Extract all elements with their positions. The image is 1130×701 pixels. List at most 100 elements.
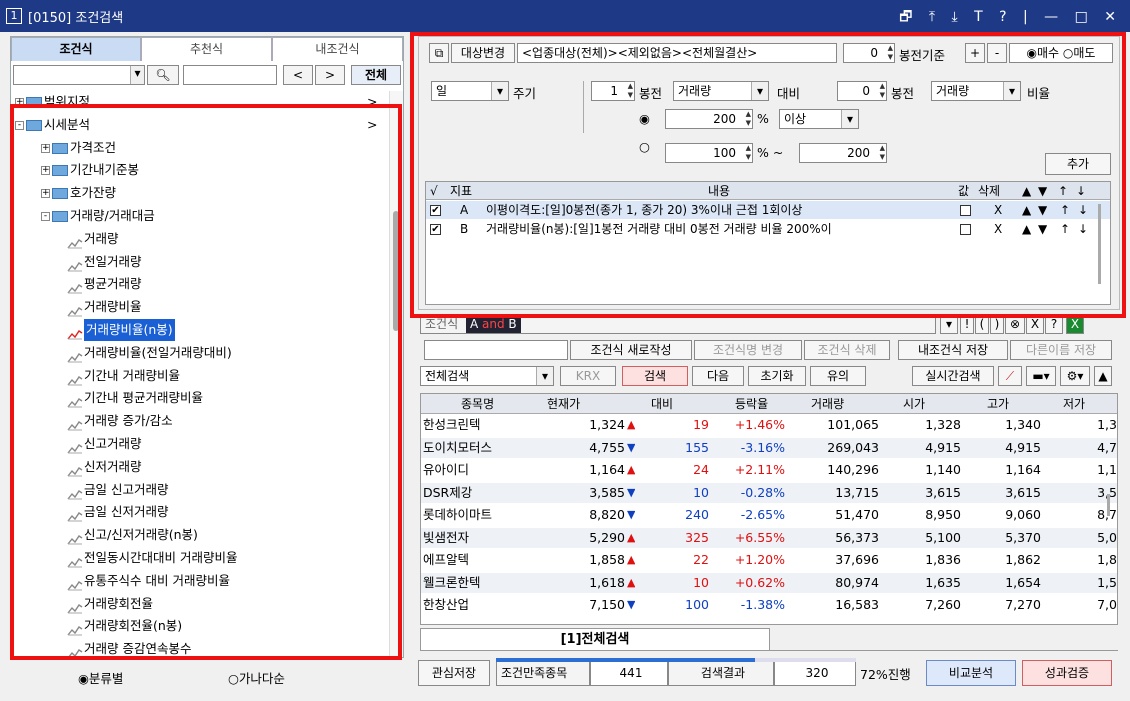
add-button[interactable]: 추가 xyxy=(1045,153,1111,175)
n1-spinner[interactable]: 1 xyxy=(591,81,635,101)
krx-button[interactable]: KRX xyxy=(560,366,616,386)
row-checkbox[interactable]: ✔ xyxy=(430,220,441,238)
move-up-icon[interactable]: ▲ xyxy=(1022,220,1031,238)
indicator1-select[interactable]: 거래량 xyxy=(673,81,769,101)
collapse-icon[interactable]: - xyxy=(41,212,50,221)
next-button[interactable]: > xyxy=(315,65,345,85)
move-top-icon[interactable]: ↑ xyxy=(1060,220,1070,238)
chevron-right-icon[interactable]: > xyxy=(367,91,377,113)
formula-xor-button[interactable]: ⊗ xyxy=(1005,314,1025,334)
search-button-main[interactable]: 검색 xyxy=(622,366,688,386)
radio-threshold[interactable]: ◉ xyxy=(639,111,650,126)
tree-item[interactable]: 신고거래량 xyxy=(67,433,142,455)
tree-item[interactable]: 전일동시간대대비 거래량비율 xyxy=(67,547,237,569)
tree-item[interactable]: - 시세분석 > xyxy=(15,114,377,136)
search-scope-select[interactable]: 전체검색 xyxy=(420,366,554,386)
collapse-icon[interactable]: - xyxy=(15,120,24,130)
table-row[interactable]: DSR제강 3,585 10 -0.28% 13,715 3,615 3,615 3,5 ▼ xyxy=(421,482,1117,503)
tree-item[interactable]: 거래량회전율 xyxy=(67,593,153,615)
new-condition-button[interactable]: 조건식 새로작성 xyxy=(570,340,692,360)
chevron-right-icon[interactable]: > xyxy=(367,114,377,136)
formula-open-paren-button[interactable]: ( xyxy=(975,314,989,334)
search-button[interactable]: 🔍︎ xyxy=(147,65,179,85)
expand-icon[interactable]: + xyxy=(41,189,50,199)
performance-verify-button[interactable]: 성과검증 xyxy=(1022,660,1112,686)
window-icon[interactable]: ⧉ xyxy=(429,43,449,63)
next-page-button[interactable]: 다음 xyxy=(692,366,744,386)
tree-item[interactable]: 기간내 평균거래량비율 xyxy=(67,387,203,409)
tree-item[interactable]: 유통주식수 대비 거래량비율 xyxy=(67,570,230,592)
prev-button[interactable]: < xyxy=(283,65,313,85)
tab-all-search[interactable]: [1]전체검색 xyxy=(420,628,770,650)
row-delete-button[interactable]: X xyxy=(994,201,1002,219)
formula-dropdown-button[interactable]: ▾ xyxy=(940,314,958,334)
tree-item[interactable]: + 범위지정 > xyxy=(15,91,377,113)
expand-icon[interactable]: + xyxy=(41,166,50,176)
tree-item[interactable]: 금일 신저거래량 xyxy=(67,501,168,523)
range-from-spinner[interactable]: 100 xyxy=(665,143,753,163)
delete-condition-button[interactable]: 조건식 삭제 xyxy=(804,340,890,360)
condition-tree[interactable]: + 범위지정 > - 시세분석 > + 가격조건 + 기간내기준봉 + 호가잔량 - 거래량/거래대금 거래… xyxy=(13,91,389,657)
tree-item[interactable]: 거래량 증감연속봉수 xyxy=(67,638,191,657)
formula-not-button[interactable]: ! xyxy=(960,314,974,334)
show-all-button[interactable]: 전체 xyxy=(351,65,401,85)
table-row[interactable]: 웰크론한텍 1,618 10 +0.62% 80,974 1,635 1,654 1,5 ▲ xyxy=(421,572,1117,593)
target-change-button[interactable]: 대상변경 xyxy=(451,43,515,63)
radio-alphabetical[interactable]: ○가나다순 xyxy=(228,668,285,687)
formula-clear-button[interactable]: X xyxy=(1026,314,1044,334)
n2-spinner[interactable]: 0 xyxy=(837,81,887,101)
condition-select[interactable]: 이상 xyxy=(779,109,859,129)
radio-range[interactable]: ○ xyxy=(639,139,650,154)
table-row[interactable]: 도이치모터스 4,755 155 -3.16% 269,043 4,915 4,915 4,7… xyxy=(421,437,1117,458)
tree-search-input[interactable] xyxy=(183,65,277,85)
tree-item[interactable]: 금일 신고거래량 xyxy=(67,479,168,501)
expand-icon[interactable]: + xyxy=(15,98,24,107)
row-value-checkbox[interactable] xyxy=(960,220,971,238)
table-row[interactable]: 에프알텍 1,858 22 +1.20% 37,696 1,836 1,862 1,8 ▲ xyxy=(421,550,1117,571)
move-down-icon[interactable]: ▼ xyxy=(1038,201,1047,219)
grid-scrollbar[interactable] xyxy=(1107,494,1110,516)
condition-row[interactable]: ✔ A 이평이격도:[일]0봉전(종가 1, 종가 20) 3%이내 근접 1회… xyxy=(426,201,1110,219)
tree-item[interactable]: 거래량비율 xyxy=(67,296,142,318)
condition-list-scrollbar[interactable] xyxy=(1098,204,1101,284)
interest-save-button[interactable]: 관심저장 xyxy=(418,660,490,686)
caution-button[interactable]: 유의 xyxy=(810,366,866,386)
tab-recommended[interactable]: 추천식 xyxy=(141,37,272,61)
tree-item[interactable]: + 가격조건 xyxy=(41,137,116,159)
collapse-icon[interactable]: ▲ xyxy=(1094,366,1112,386)
formula-close-paren-button[interactable]: ) xyxy=(990,314,1004,334)
realtime-search-button[interactable]: 실시간검색 xyxy=(912,366,994,386)
condition-row[interactable]: ✔ B 거래량비율(n봉):[일]1봉전 거래량 대비 0봉전 거래량 비율 2… xyxy=(426,220,1110,238)
window-controls[interactable]: 🗗 ⤒ ⤓ T ? | — □ ✕ xyxy=(899,6,1122,30)
minus-button[interactable]: - xyxy=(987,43,1007,63)
table-row[interactable]: 한성크린텍 1,324 19 +1.46% 101,065 1,328 1,340 1,3 ▲ xyxy=(421,415,1117,436)
bong-base-spinner[interactable]: 0 xyxy=(843,43,895,63)
tree-item[interactable]: 전일거래량 xyxy=(67,251,142,273)
save-my-condition-button[interactable]: 내조건식 저장 xyxy=(898,340,1008,360)
tab-condition[interactable]: 조건식 xyxy=(11,37,141,61)
menu-icon[interactable]: ▬▾ xyxy=(1026,366,1056,386)
pct1-spinner[interactable]: 200 xyxy=(665,109,753,129)
rename-condition-button[interactable]: 조건식명 변경 xyxy=(694,340,802,360)
move-bottom-icon[interactable]: ↓ xyxy=(1078,201,1088,219)
indicator2-select[interactable]: 거래량 xyxy=(931,81,1021,101)
reset-button[interactable]: 초기화 xyxy=(748,366,806,386)
table-row[interactable]: 유아이디 1,164 24 +2.11% 140,296 1,140 1,164 1,1 ▲ xyxy=(421,460,1117,481)
row-checkbox[interactable]: ✔ xyxy=(430,201,441,219)
formula-help-button[interactable]: ? xyxy=(1045,314,1063,334)
expand-icon[interactable]: + xyxy=(41,143,50,153)
row-value-checkbox[interactable] xyxy=(960,201,971,219)
tree-item[interactable]: 신고/신저거래량(n봉) xyxy=(67,524,198,546)
compare-analysis-button[interactable]: 비교분석 xyxy=(926,660,1016,686)
radio-by-category[interactable]: ◉분류별 xyxy=(78,668,123,687)
move-up-icon[interactable]: ▲ xyxy=(1022,201,1031,219)
tree-item[interactable]: 거래량회전율(n봉) xyxy=(67,615,182,637)
plus-button[interactable]: + xyxy=(965,43,985,63)
tree-item[interactable]: + 기간내기준봉 xyxy=(41,159,139,181)
tree-item[interactable]: 평균거래량 xyxy=(67,273,142,295)
period-select[interactable]: 일 xyxy=(431,81,509,101)
buy-sell-radio[interactable]: ◉매수 ○매도 xyxy=(1009,43,1113,63)
move-bottom-icon[interactable]: ↓ xyxy=(1078,220,1088,238)
tab-my-condition[interactable]: 내조건식 xyxy=(272,37,403,61)
tree-item[interactable]: 거래량 증가/감소 xyxy=(67,410,173,432)
